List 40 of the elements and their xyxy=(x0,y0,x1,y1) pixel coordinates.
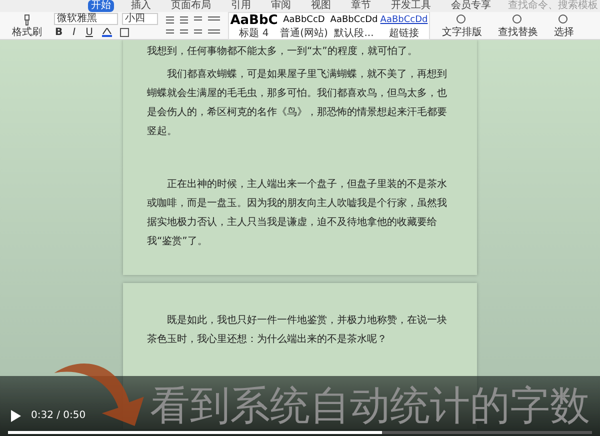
style-preset[interactable]: AaBbC 标题 4 xyxy=(229,12,279,38)
style-preset[interactable]: AaBbCcDd 默认段... xyxy=(329,12,379,38)
menu-tab[interactable]: 开发工具 xyxy=(388,0,434,12)
border-icon xyxy=(120,28,129,37)
playback-time: 0:32 / 0:50 xyxy=(31,409,86,423)
style-sample: AaBbCcDd xyxy=(330,14,378,26)
document-paragraph: 我们都喜欢蝴蝶，可是如果屋子里飞满蝴蝶，就不美了，再想到蝴蝶就会生满屋的毛毛虫，那多可怕。我们都喜欢鸟，但鸟太多，也是会伤人的，希区柯克的名作《鸟》，那恐怖的情景想起来汗毛都要竖起。 xyxy=(147,68,448,139)
font-name-field[interactable]: 微软雅黑 xyxy=(54,12,118,24)
style-preset[interactable]: AaBbCcDd 超链接 xyxy=(379,12,429,38)
text-format-button[interactable]: U xyxy=(84,27,94,38)
ribbon-tool-button[interactable]: 选择 xyxy=(550,14,578,38)
document-paragraph: 正在出神的时候，主人端出来一个盘子，但盘子里装的不是茶水或咖啡，而是一盘玉。因为我的朋友向主人吹嘘我是个行家，虽然我据实地极力否认，主人只当我是谦虚，迫不及待地拿他的收藏要给我“鉴赏”了。 xyxy=(147,178,448,249)
ribbon-tool-button[interactable]: 文字排版 xyxy=(438,14,486,38)
style-name: 超链接 xyxy=(389,28,419,38)
style-name: 标题 4 xyxy=(239,28,269,38)
text-format-button[interactable]: I xyxy=(72,27,77,38)
play-icon xyxy=(11,410,21,422)
font-color-icon xyxy=(102,28,112,37)
ribbon-tool-button[interactable]: 查找替换 xyxy=(494,14,542,38)
document-paragraph: 既是如此，我也只好一件一件地鉴赏，并极力地称赞，在说一块茶色玉时，我心里还想：为什么端出来的不是茶水呢？ xyxy=(147,314,448,347)
menu-tab[interactable]: 开始 xyxy=(88,0,114,12)
style-sample: AaBbC xyxy=(230,12,278,28)
text-format-button[interactable]: B xyxy=(54,27,64,38)
paragraph-tools-drawing xyxy=(166,14,220,36)
menu-tab[interactable]: 页面布局 xyxy=(168,0,214,12)
format-painter-button[interactable]: 格式刷 xyxy=(8,14,46,38)
style-sample: AaBbCcDd xyxy=(380,14,428,26)
style-sample: AaBbCcD xyxy=(283,14,325,26)
style-preset[interactable]: AaBbCcD 普通(网站) xyxy=(279,12,329,38)
subtitle-text: 看到系统自动统计的字数 xyxy=(150,384,590,428)
play-button[interactable] xyxy=(10,409,22,423)
menu-tab[interactable]: 视图 xyxy=(308,0,334,12)
font-size-field[interactable]: 小四 xyxy=(122,12,158,24)
magnifier-icon xyxy=(512,14,524,26)
style-name: 普通(网站) xyxy=(280,28,328,38)
menu-tab[interactable]: 引用 xyxy=(228,0,254,12)
progress-track[interactable] xyxy=(8,431,592,434)
document-paragraph: 我想到，任何事物都不能太多，一到“太”的程度，就可怕了。 xyxy=(147,44,418,59)
style-name: 默认段... xyxy=(334,28,374,38)
menu-tab[interactable]: 插入 xyxy=(128,0,154,12)
